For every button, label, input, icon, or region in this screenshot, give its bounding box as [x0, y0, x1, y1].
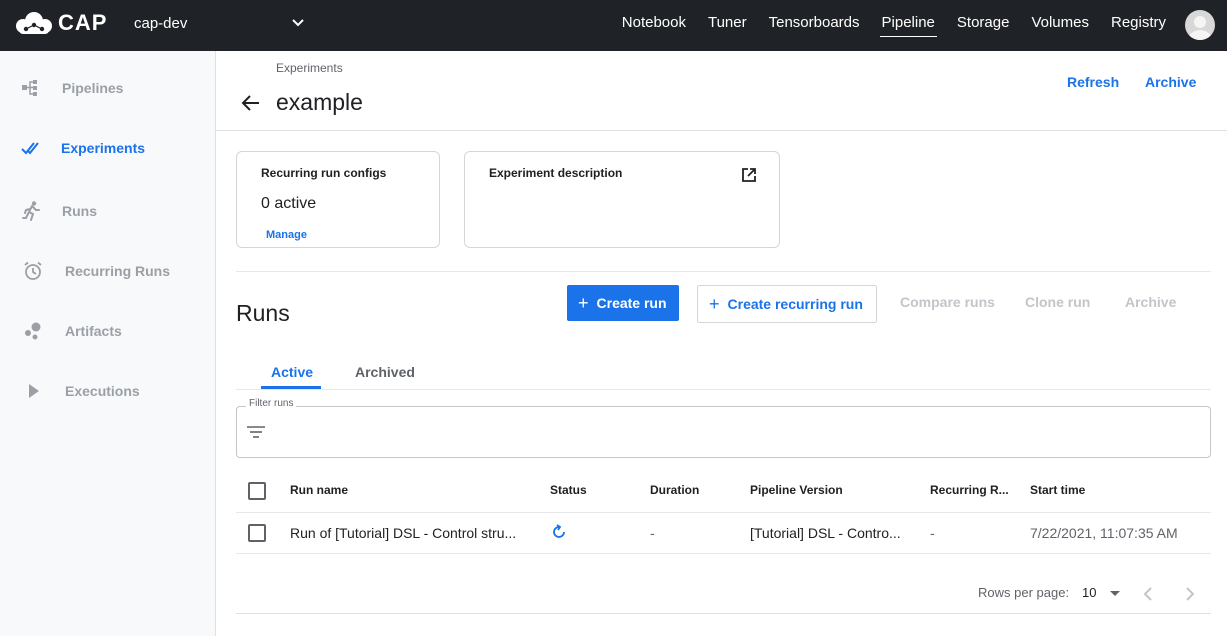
chevron-down-icon[interactable] — [290, 15, 306, 31]
archive-experiment-button[interactable]: Archive — [1145, 74, 1196, 90]
create-run-button[interactable]: + Create run — [567, 285, 679, 321]
plus-icon: + — [578, 293, 589, 313]
card-title: Recurring run configs — [261, 166, 387, 180]
create-recurring-run-button[interactable]: + Create recurring run — [697, 285, 877, 323]
column-duration[interactable]: Duration — [650, 483, 699, 497]
nav-pipeline[interactable]: Pipeline — [879, 0, 938, 51]
sidebar-item-experiments[interactable]: Experiments — [0, 128, 215, 168]
namespace-selector[interactable]: cap-dev — [134, 15, 187, 32]
filter-label: Filter runs — [246, 398, 297, 409]
run-name-link[interactable]: Run of [Tutorial] DSL - Control stru... — [290, 525, 535, 541]
cloud-logo-icon — [16, 12, 52, 34]
sidebar-item-label: Recurring Runs — [65, 263, 171, 279]
sidebar-item-label: Experiments — [61, 140, 146, 156]
column-start-time[interactable]: Start time — [1030, 483, 1085, 497]
main-content: Experiments example Refresh Archive Recu… — [216, 51, 1227, 636]
recurring-run-configs-card: Recurring run configs 0 active Manage — [236, 151, 440, 248]
create-run-label: Create run — [596, 295, 667, 311]
sidebar-item-label: Pipelines — [62, 80, 124, 96]
sidebar-item-label: Executions — [65, 383, 140, 399]
nav-notebook[interactable]: Notebook — [622, 0, 686, 51]
dropdown-arrow-icon[interactable] — [1109, 588, 1121, 598]
divider — [236, 389, 1211, 390]
top-bar: CAP cap-dev Notebook Tuner Tensorboards … — [0, 0, 1227, 51]
column-run-name[interactable]: Run name — [290, 483, 348, 497]
archive-run-button[interactable]: Archive — [1125, 294, 1176, 310]
play-icon — [29, 384, 39, 398]
logo[interactable]: CAP — [14, 10, 107, 36]
sidebar-item-recurring-runs[interactable]: Recurring Runs — [0, 251, 215, 291]
artifacts-icon — [25, 322, 41, 340]
column-recurring-run[interactable]: Recurring R... — [930, 483, 1009, 497]
plus-icon: + — [709, 294, 720, 314]
rows-per-page-label: Rows per page: — [978, 585, 1070, 600]
filter-icon — [247, 426, 265, 438]
rows-per-page-select[interactable]: 10 — [1082, 585, 1096, 600]
refresh-button[interactable]: Refresh — [1067, 74, 1119, 90]
experiment-description-card: Experiment description — [464, 151, 780, 248]
avatar[interactable] — [1185, 10, 1215, 40]
nav-registry[interactable]: Registry — [1111, 0, 1166, 51]
runs-icon — [22, 201, 40, 221]
sidebar-item-label: Artifacts — [65, 323, 122, 339]
divider — [236, 271, 1211, 272]
top-nav: Notebook Tuner Tensorboards Pipeline Sto… — [600, 0, 1166, 51]
create-recurring-run-label: Create recurring run — [727, 296, 863, 312]
divider — [236, 553, 1211, 554]
runs-title: Runs — [236, 300, 290, 326]
breadcrumb[interactable]: Experiments — [276, 61, 343, 75]
sidebar: Pipelines Experiments Runs Recurring Run… — [0, 51, 216, 636]
divider — [236, 613, 1211, 614]
sidebar-item-label: Runs — [62, 203, 97, 219]
tab-active[interactable]: Active — [271, 364, 313, 380]
chevron-right-icon[interactable] — [1183, 586, 1197, 602]
column-pipeline-version[interactable]: Pipeline Version — [750, 483, 843, 497]
nav-volumes[interactable]: Volumes — [1031, 0, 1089, 51]
row-checkbox[interactable] — [248, 524, 266, 542]
pipelines-icon — [22, 80, 37, 96]
clone-run-button[interactable]: Clone run — [1025, 294, 1090, 310]
open-in-new-icon[interactable] — [741, 167, 757, 183]
tab-archived[interactable]: Archived — [355, 364, 415, 380]
select-all-checkbox[interactable] — [248, 482, 266, 500]
column-status[interactable]: Status — [550, 483, 587, 497]
nav-storage[interactable]: Storage — [957, 0, 1010, 51]
compare-runs-button[interactable]: Compare runs — [900, 294, 995, 310]
experiments-icon — [21, 142, 39, 155]
recurring-run-cell: - — [930, 525, 935, 541]
status-running-icon — [553, 524, 565, 538]
nav-tuner[interactable]: Tuner — [708, 0, 747, 51]
divider — [216, 130, 1227, 131]
sidebar-item-executions[interactable]: Executions — [0, 371, 215, 411]
chevron-left-icon[interactable] — [1141, 586, 1155, 602]
divider — [236, 512, 1211, 513]
active-count: 0 active — [261, 195, 317, 212]
duration-cell: - — [650, 525, 655, 541]
alarm-clock-icon — [24, 261, 42, 280]
sidebar-item-runs[interactable]: Runs — [0, 191, 215, 231]
filter-runs-input[interactable] — [236, 406, 1211, 458]
card-title: Experiment description — [489, 166, 623, 180]
page-title: example — [276, 89, 363, 115]
pipeline-version-link[interactable]: [Tutorial] DSL - Contro... — [750, 525, 915, 541]
sidebar-item-artifacts[interactable]: Artifacts — [0, 311, 215, 351]
manage-link[interactable]: Manage — [266, 229, 307, 241]
back-arrow-icon[interactable] — [240, 93, 262, 113]
nav-tensorboards[interactable]: Tensorboards — [769, 0, 860, 51]
start-time-cell: 7/22/2021, 11:07:35 AM — [1030, 525, 1178, 541]
sidebar-item-pipelines[interactable]: Pipelines — [0, 68, 215, 108]
app-name: CAP — [58, 10, 108, 35]
user-icon — [1189, 16, 1211, 40]
